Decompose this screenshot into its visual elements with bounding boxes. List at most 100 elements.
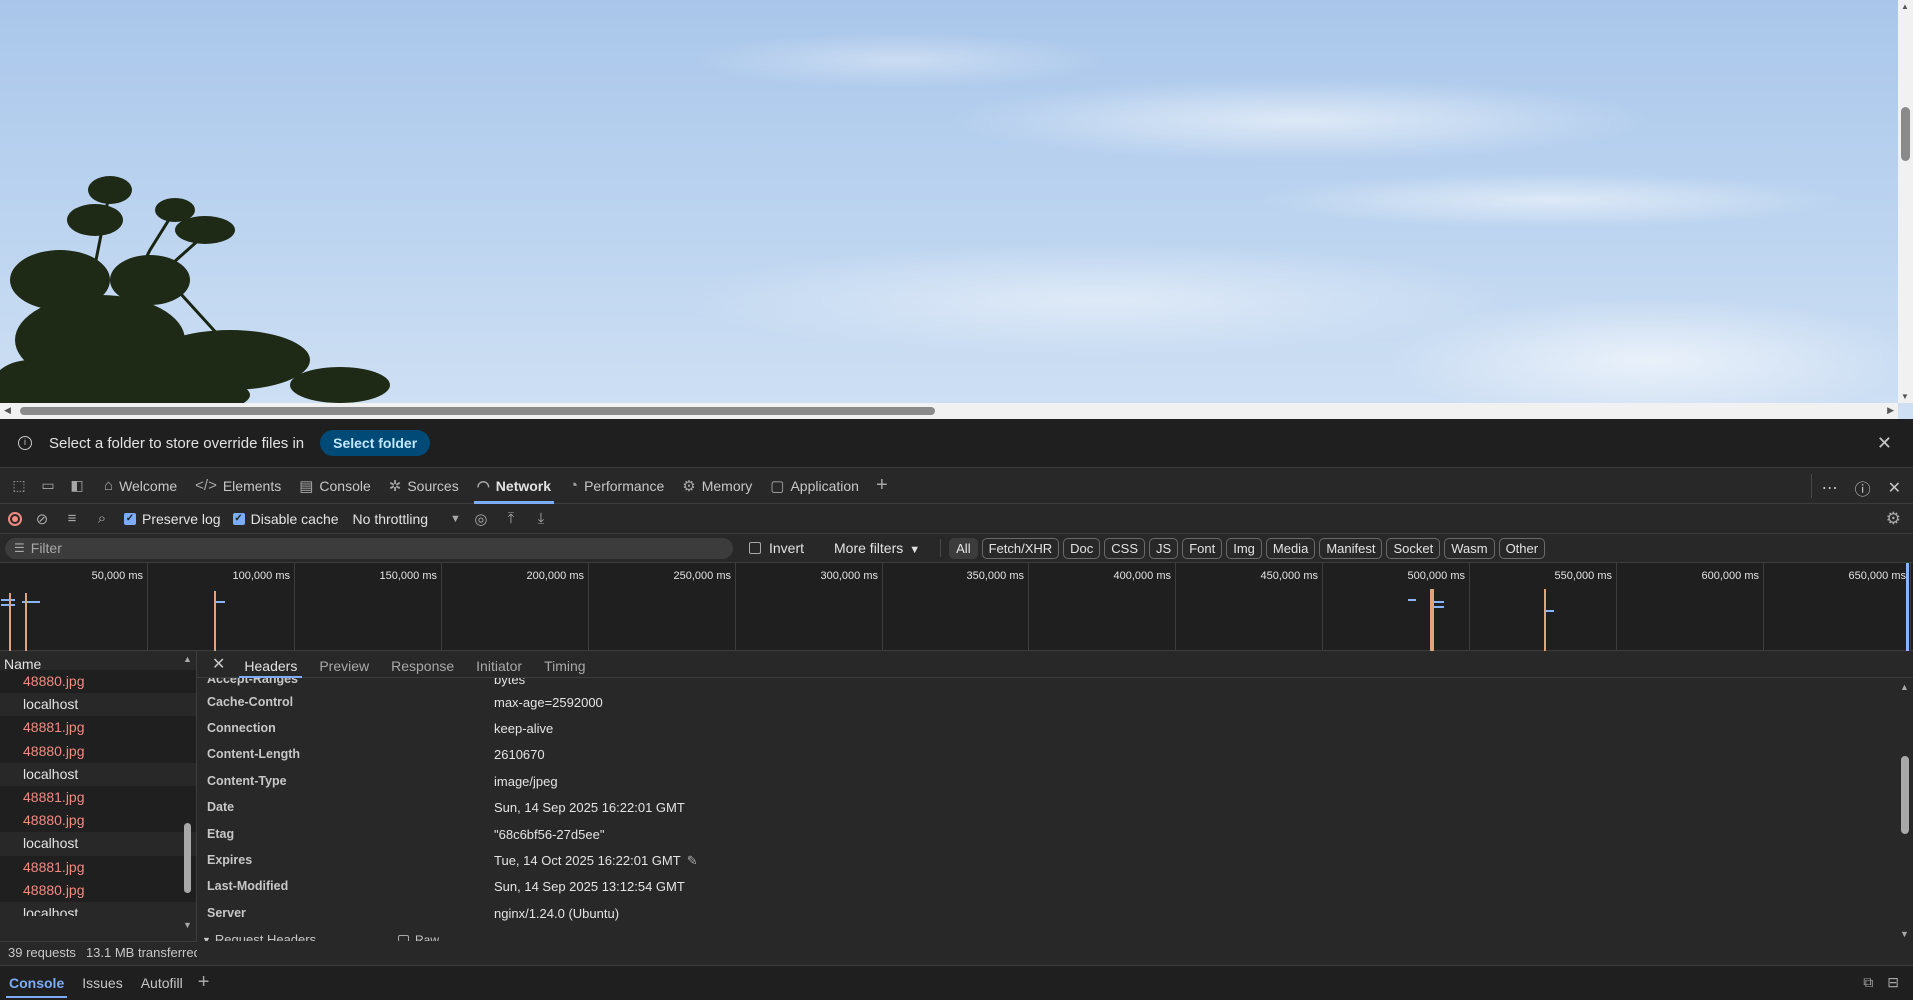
more-options-icon[interactable]: ⋯ [1822, 478, 1838, 498]
request-bar [1, 599, 15, 601]
tab-welcome[interactable]: ⌂ Welcome [95, 468, 186, 504]
raw-toggle[interactable]: Raw [398, 933, 439, 941]
request-row[interactable]: localhost [0, 693, 196, 717]
request-row[interactable]: 48880.jpg [0, 739, 196, 763]
add-tab-icon[interactable]: + [876, 474, 888, 497]
scroll-down-arrow-icon[interactable]: ▼ [183, 920, 192, 930]
close-icon[interactable]: ✕ [1877, 433, 1892, 454]
tab-timing[interactable]: Timing [533, 651, 597, 678]
preserve-log-checkbox[interactable]: ✓ [124, 512, 136, 525]
filter-toggle-icon[interactable]: ≡ [62, 510, 82, 527]
overview-selection-handle[interactable] [1906, 563, 1909, 651]
scroll-up-arrow-icon[interactable]: ▲ [183, 654, 192, 664]
request-row[interactable]: 48880.jpg [0, 809, 196, 833]
drawer-tab-issues[interactable]: Issues [73, 966, 131, 1000]
network-overview-timeline[interactable]: 50,000 ms 100,000 ms 150,000 ms 200,000 ms 2… [0, 563, 1913, 651]
inspect-element-icon[interactable]: ⬚ [9, 476, 29, 496]
more-filters-dropdown[interactable]: More filters ▼ [834, 540, 920, 556]
filter-chip-all[interactable]: All [949, 537, 978, 559]
request-row[interactable]: localhost [0, 901, 196, 916]
tab-headers[interactable]: Headers [233, 651, 308, 678]
request-row[interactable]: 48881.jpg [0, 716, 196, 740]
device-toolbar-icon[interactable]: ▭ [38, 476, 58, 496]
timeline-gridline [1175, 563, 1176, 651]
filter-chip-socket[interactable]: Socket [1386, 537, 1441, 559]
import-har-icon[interactable]: ⤒ [501, 510, 521, 527]
tab-performance[interactable]: ◔ Performance [560, 468, 673, 504]
request-row[interactable]: 48881.jpg [0, 785, 196, 810]
scroll-left-arrow-icon[interactable]: ◀ [4, 405, 11, 416]
disable-cache-checkbox[interactable]: ✓ [232, 512, 245, 525]
header-value-with-edit: Tue, 14 Oct 2025 16:22:01 GMT ✎ [494, 853, 1294, 869]
scroll-down-arrow-icon[interactable]: ▼ [1900, 929, 1909, 939]
timeline-tick-label: 600,000 ms [1701, 570, 1759, 582]
pencil-icon[interactable]: ✎ [687, 853, 698, 868]
detail-scrollbar[interactable]: ▲ ▼ [1897, 678, 1913, 941]
search-icon[interactable]: ⌕ [92, 510, 112, 527]
filter-chip-other[interactable]: Other [1498, 537, 1546, 559]
help-icon[interactable]: ⓘ [1855, 476, 1871, 500]
select-folder-button[interactable]: Select folder [320, 430, 431, 456]
request-bar [1434, 606, 1444, 608]
scroll-up-arrow-icon[interactable]: ▲ [1901, 2, 1909, 11]
close-drawer-icon[interactable]: ⊟ [1887, 974, 1899, 991]
tab-sources[interactable]: ✲ Sources [380, 468, 468, 504]
filter-chip-img[interactable]: Img [1226, 537, 1262, 559]
filter-chip-media[interactable]: Media [1265, 537, 1316, 559]
move-to-top-icon[interactable]: ⧉ [1863, 974, 1873, 991]
tab-console[interactable]: ▤ Console [290, 468, 380, 504]
raw-checkbox[interactable] [398, 934, 409, 941]
scroll-up-arrow-icon[interactable]: ▲ [1900, 682, 1909, 692]
chevron-down-icon[interactable]: ▼ [450, 513, 461, 525]
filter-chip-manifest[interactable]: Manifest [1319, 537, 1383, 559]
filter-chip-font[interactable]: Font [1182, 537, 1223, 559]
tab-elements[interactable]: </> Elements [186, 468, 290, 504]
page-horizontal-scrollbar[interactable]: ◀ ▶ [0, 403, 1898, 419]
request-row[interactable]: localhost [0, 832, 196, 856]
filter-chip-doc[interactable]: Doc [1063, 537, 1101, 559]
filter-input[interactable]: ☰ Filter [5, 537, 733, 559]
throttling-select[interactable]: No throttling [353, 511, 428, 527]
add-drawer-tab-icon[interactable]: + [198, 971, 210, 994]
invert-checkbox[interactable] [749, 542, 761, 554]
filter-chip-js[interactable]: JS [1149, 537, 1179, 559]
page-vertical-scrollbar[interactable]: ▲ ▼ [1898, 0, 1913, 403]
dock-sidebar-icon[interactable]: ◧ [67, 476, 87, 496]
scrollbar-thumb[interactable] [184, 823, 191, 893]
drawer-tab-autofill[interactable]: Autofill [132, 966, 192, 1000]
tab-preview[interactable]: Preview [308, 651, 380, 678]
request-list-scrollbar[interactable]: ▲ ▼ [181, 654, 193, 930]
request-headers-section[interactable]: ▼ Request Headers [202, 932, 316, 941]
close-devtools-icon[interactable]: ✕ [1888, 478, 1901, 498]
gear-icon[interactable]: ⚙ [1886, 509, 1901, 529]
record-icon[interactable] [8, 511, 22, 526]
export-har-icon[interactable]: ⤓ [531, 510, 551, 527]
tab-application[interactable]: ▢ Application [761, 468, 868, 504]
request-row[interactable]: 48881.jpg [0, 855, 196, 879]
filter-chip-wasm[interactable]: Wasm [1444, 537, 1495, 559]
request-row[interactable]: 48880.jpg [0, 878, 196, 902]
tab-initiator[interactable]: Initiator [465, 651, 533, 678]
home-icon: ⌂ [104, 477, 114, 494]
scroll-down-arrow-icon[interactable]: ▼ [1901, 392, 1909, 401]
scrollbar-thumb[interactable] [1901, 756, 1909, 834]
preserve-log-label: Preserve log [142, 510, 221, 527]
timeline-gridline [1910, 563, 1911, 651]
scrollbar-thumb[interactable] [20, 407, 935, 415]
scrollbar-thumb[interactable] [1901, 107, 1910, 161]
tab-network[interactable]: ◠ Network [468, 468, 560, 504]
triangle-down-icon: ▼ [202, 934, 211, 942]
filter-chip-css[interactable]: CSS [1104, 537, 1146, 559]
filter-chip-fetch-xhr[interactable]: Fetch/XHR [981, 537, 1060, 559]
request-bar [1544, 589, 1546, 651]
tab-response[interactable]: Response [380, 651, 465, 678]
request-row[interactable]: localhost [0, 762, 196, 786]
scroll-right-arrow-icon[interactable]: ▶ [1887, 405, 1894, 416]
tab-memory[interactable]: ⚙ Memory [673, 468, 761, 504]
request-row[interactable]: 48880.jpg [0, 670, 196, 694]
drawer-tab-console[interactable]: Console [0, 966, 73, 1000]
close-icon[interactable]: ✕ [212, 654, 225, 674]
network-conditions-icon[interactable]: ◎ [471, 510, 491, 528]
tab-label: Welcome [119, 477, 178, 494]
clear-icon[interactable]: ⊘ [32, 510, 52, 528]
